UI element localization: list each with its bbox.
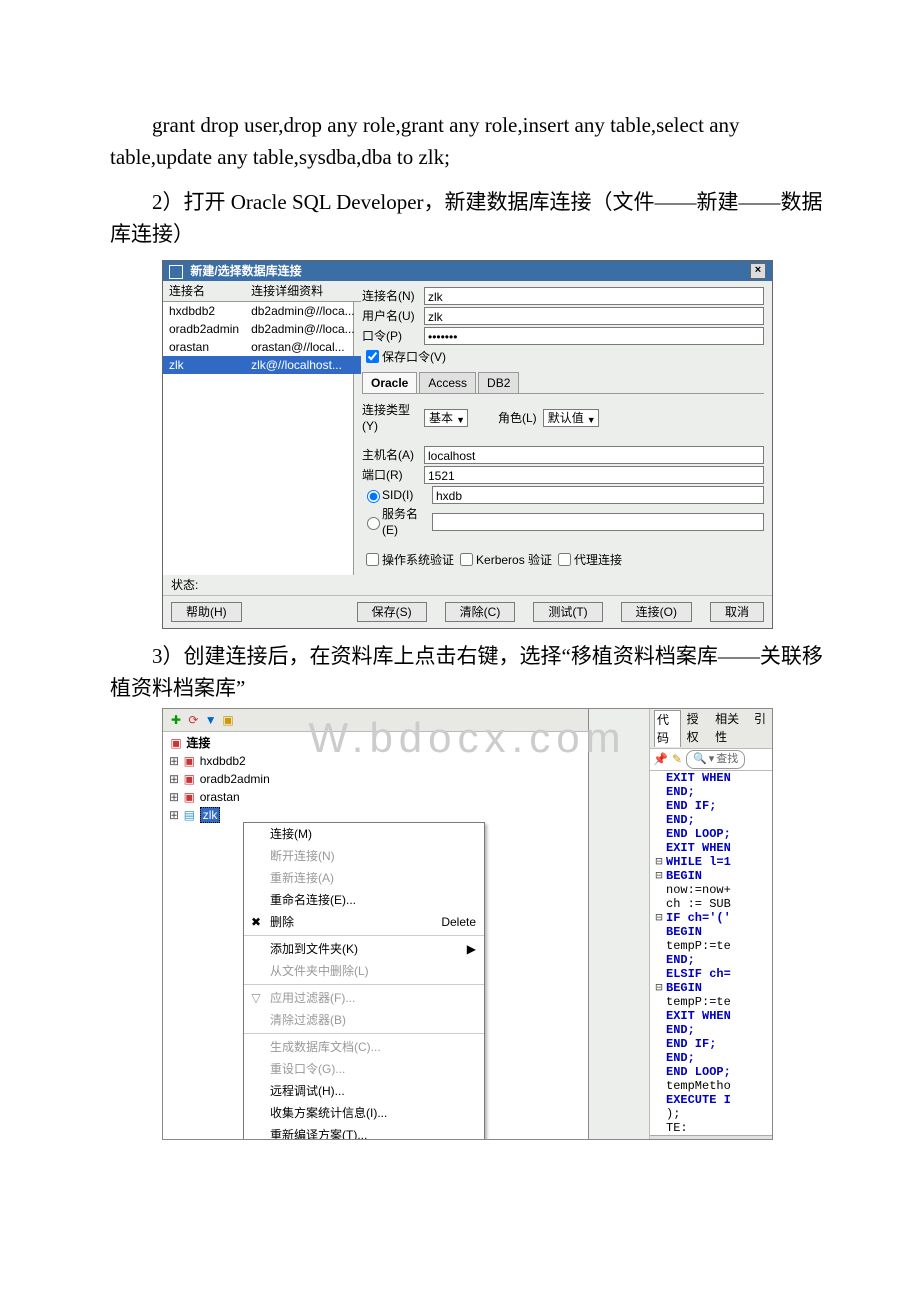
menu-item-icon: ✖ <box>249 913 263 931</box>
tab-oracle[interactable]: Oracle <box>362 372 417 393</box>
doc-paragraph-2: 2）打开 Oracle SQL Developer，新建数据库连接（文件——新建… <box>110 187 825 250</box>
db-icon: ▣ <box>182 770 196 788</box>
help-button[interactable]: 帮助(H) <box>171 602 242 622</box>
conn-name-input[interactable]: zlk <box>424 287 764 305</box>
tree-node[interactable]: orastan <box>200 790 240 804</box>
menu-item[interactable]: 连接(M) <box>244 823 484 845</box>
port-input[interactable]: 1521 <box>424 466 764 484</box>
role-select[interactable]: 默认值 <box>543 409 599 427</box>
menu-item[interactable]: 删除✖Delete <box>244 911 484 933</box>
connect-button[interactable]: 连接(O) <box>621 602 692 622</box>
label-role: 角色(L) <box>498 410 537 426</box>
menu-item[interactable]: 重新连接(A) <box>244 867 484 889</box>
cancel-button[interactable]: 取消 <box>710 602 764 622</box>
ide-window: ✚ ⟳ ▼ ▣ ▣ 连接 ⊞ ▣ hxdbdb2 ⊞ ▣ oradb2admin… <box>162 708 773 1140</box>
doc-paragraph-3: 3）创建连接后，在资料库上点击右键，选择“移植资料档案库——关联移植资料档案库” <box>110 641 825 704</box>
label-conn-name: 连接名(N) <box>362 288 424 304</box>
tab-code[interactable]: 代码 <box>654 710 681 747</box>
context-menu: 连接(M)断开连接(N)重新连接(A)重命名连接(E)...删除✖Delete 添… <box>243 822 485 1140</box>
db-icon: ▣ <box>169 734 183 752</box>
pin-icon[interactable]: 📌 <box>653 750 668 768</box>
clear-button[interactable]: 清除(C) <box>445 602 516 622</box>
tree-node-selected[interactable]: zlk <box>200 807 221 823</box>
conn-row[interactable]: orastanorastan@//local... <box>163 338 361 356</box>
menu-item[interactable]: 添加到文件夹(K)▶ <box>244 938 484 960</box>
label-pass: 口令(P) <box>362 328 424 344</box>
close-icon[interactable]: × <box>750 263 766 279</box>
conn-type-select[interactable]: 基本 <box>424 409 468 427</box>
tree-root: 连接 <box>186 736 210 750</box>
label-service: 服务名(E) <box>382 506 432 538</box>
service-radio[interactable] <box>367 517 380 530</box>
conn-row-selected[interactable]: zlkzlk@//localhost... <box>163 356 361 374</box>
chevron-right-icon: ▶ <box>467 940 476 958</box>
label-kerberos: Kerberos 验证 <box>476 552 552 568</box>
username-input[interactable]: zlk <box>424 307 764 325</box>
menu-item[interactable]: 重设口令(G)... <box>244 1058 484 1080</box>
code-view: EXIT WHENEND;END IF;END;END LOOP;EXIT WH… <box>650 771 772 1135</box>
label-conn-type: 连接类型(Y) <box>362 402 424 434</box>
host-input[interactable]: localhost <box>424 446 764 464</box>
label-sid: SID(I) <box>382 487 432 503</box>
sid-radio[interactable] <box>367 490 380 503</box>
menu-item[interactable]: 重新编译方案(T)... <box>244 1124 484 1140</box>
label-port: 端口(R) <box>362 467 424 483</box>
conn-row[interactable]: oradb2admindb2admin@//loca... <box>163 320 361 338</box>
save-button[interactable]: 保存(S) <box>357 602 427 622</box>
tab-db2[interactable]: DB2 <box>478 372 519 393</box>
tab-ref[interactable]: 引 <box>752 710 768 747</box>
dialog-icon <box>169 265 183 279</box>
status-label: 状态: <box>163 575 772 595</box>
db-icon: ▣ <box>182 752 196 770</box>
proxy-checkbox[interactable] <box>558 553 571 566</box>
label-os-auth: 操作系统验证 <box>382 552 454 568</box>
dialog-titlebar: 新建/选择数据库连接 × <box>163 261 772 281</box>
menu-item[interactable]: 生成数据库文档(C)... <box>244 1036 484 1058</box>
menu-item[interactable]: 远程调试(H)... <box>244 1080 484 1102</box>
os-auth-checkbox[interactable] <box>366 553 379 566</box>
db-connection-dialog: 新建/选择数据库连接 × 连接名 连接详细资料 hxdbdb2db2admin@… <box>162 260 773 629</box>
password-input[interactable]: ••••••• <box>424 327 764 345</box>
doc-paragraph-1: grant drop user,drop any role,grant any … <box>110 110 825 173</box>
scrollbar[interactable]: ◄ <box>650 1135 772 1141</box>
label-save-pass: 保存口令(V) <box>382 349 446 365</box>
menu-item[interactable]: 清除过滤器(B) <box>244 1009 484 1031</box>
test-button[interactable]: 测试(T) <box>533 602 602 622</box>
col-conn-detail: 连接详细资料 <box>245 281 361 302</box>
filter-icon[interactable]: ▼ <box>204 711 218 729</box>
service-input[interactable] <box>432 513 764 531</box>
menu-item[interactable]: 断开连接(N) <box>244 845 484 867</box>
search-input[interactable]: 🔍▾查找 <box>686 750 745 769</box>
dialog-title: 新建/选择数据库连接 <box>190 264 301 278</box>
sid-input[interactable]: hxdb <box>432 486 764 504</box>
col-conn-name: 连接名 <box>163 281 245 302</box>
conn-row[interactable]: hxdbdb2db2admin@//loca... <box>163 302 361 321</box>
menu-item[interactable]: 应用过滤器(F)...▽ <box>244 987 484 1009</box>
menu-item-icon: ▽ <box>249 989 263 1007</box>
db-type-tabs: Oracle Access DB2 <box>362 372 764 394</box>
label-proxy: 代理连接 <box>574 552 622 568</box>
tab-rel[interactable]: 相关性 <box>713 710 748 747</box>
menu-item[interactable]: 收集方案统计信息(I)... <box>244 1102 484 1124</box>
tab-access[interactable]: Access <box>419 372 476 393</box>
folder-icon[interactable]: ▣ <box>221 711 235 729</box>
label-host: 主机名(A) <box>362 447 424 463</box>
tree-node[interactable]: hxdbdb2 <box>200 754 246 768</box>
db-icon: ▤ <box>182 806 196 824</box>
refresh-icon[interactable]: ⟳ <box>186 711 200 729</box>
tree-node[interactable]: oradb2admin <box>200 772 270 786</box>
menu-item[interactable]: 从文件夹中删除(L) <box>244 960 484 982</box>
code-tabs: 代码 授权 相关性 引 <box>650 709 772 749</box>
connection-list: 连接名 连接详细资料 hxdbdb2db2admin@//loca... ora… <box>163 281 354 575</box>
add-icon[interactable]: ✚ <box>169 711 183 729</box>
edit-icon[interactable]: ✎ <box>672 750 682 768</box>
save-password-checkbox[interactable] <box>366 350 379 363</box>
db-icon: ▣ <box>182 788 196 806</box>
tab-grant[interactable]: 授权 <box>685 710 710 747</box>
label-user: 用户名(U) <box>362 308 424 324</box>
ide-splitter[interactable] <box>589 709 650 1139</box>
kerberos-checkbox[interactable] <box>460 553 473 566</box>
menu-item[interactable]: 重命名连接(E)... <box>244 889 484 911</box>
